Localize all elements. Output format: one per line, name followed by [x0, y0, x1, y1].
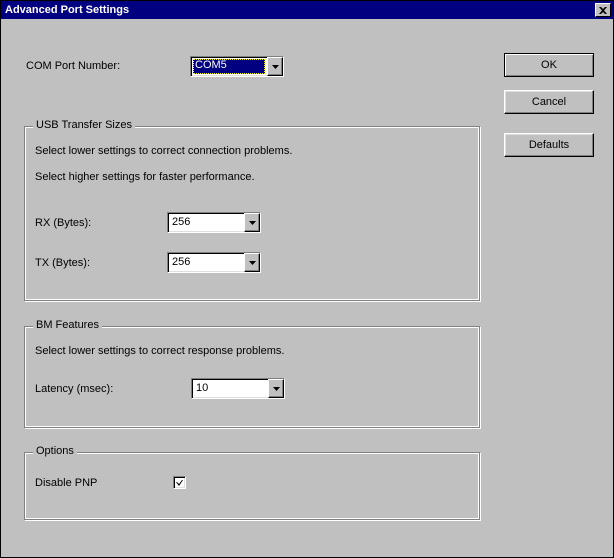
tx-label: TX (Bytes): [35, 257, 90, 269]
defaults-button-label: Defaults [529, 139, 569, 151]
client-area: COM Port Number: COM5 OK Cancel Defaults… [2, 20, 612, 556]
cancel-button[interactable]: Cancel [504, 90, 594, 114]
chevron-down-icon[interactable] [267, 57, 283, 76]
com-port-value: COM5 [193, 59, 265, 74]
tx-value: 256 [168, 253, 244, 272]
usb-hint1: Select lower settings to correct connect… [35, 145, 292, 157]
latency-label: Latency (msec): [35, 383, 113, 395]
ok-button-label: OK [541, 59, 557, 71]
chevron-down-icon[interactable] [244, 213, 260, 232]
defaults-button[interactable]: Defaults [504, 133, 594, 157]
tx-combo[interactable]: 256 [167, 252, 261, 273]
cancel-button-label: Cancel [532, 96, 566, 108]
usb-hint2: Select higher settings for faster perfor… [35, 171, 255, 183]
chevron-down-icon[interactable] [244, 253, 260, 272]
rx-value: 256 [168, 213, 244, 232]
bm-legend: BM Features [33, 319, 102, 331]
latency-value: 10 [192, 379, 268, 398]
rx-combo[interactable]: 256 [167, 212, 261, 233]
bm-group: BM Features Select lower settings to cor… [24, 326, 480, 428]
close-button[interactable] [595, 3, 611, 17]
options-legend: Options [33, 445, 77, 457]
rx-label: RX (Bytes): [35, 217, 91, 229]
usb-legend: USB Transfer Sizes [33, 119, 135, 131]
usb-group: USB Transfer Sizes Select lower settings… [24, 126, 480, 301]
ok-button[interactable]: OK [504, 53, 594, 77]
options-group: Options Disable PNP [24, 452, 480, 520]
bm-hint: Select lower settings to correct respons… [35, 345, 284, 357]
com-port-label: COM Port Number: [26, 60, 120, 72]
disable-pnp-checkbox[interactable] [173, 476, 186, 489]
chevron-down-icon[interactable] [268, 379, 284, 398]
dialog-window: Advanced Port Settings COM Port Number: … [0, 0, 614, 558]
latency-combo[interactable]: 10 [191, 378, 285, 399]
com-port-combo[interactable]: COM5 [190, 56, 284, 77]
disable-pnp-label: Disable PNP [35, 477, 97, 489]
titlebar: Advanced Port Settings [1, 1, 613, 19]
window-title: Advanced Port Settings [5, 4, 129, 16]
check-icon [176, 479, 183, 486]
close-icon [599, 7, 607, 14]
